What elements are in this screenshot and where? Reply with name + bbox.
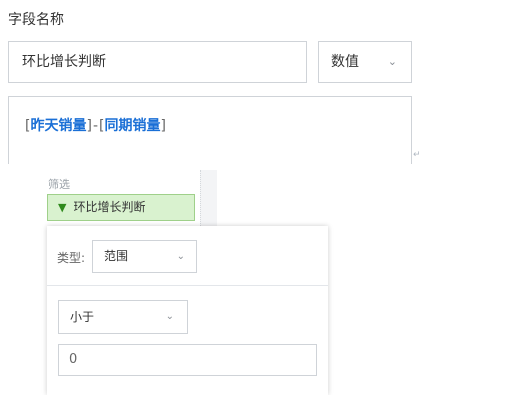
compare-operator-select[interactable]: 小于 ⌄ — [58, 300, 188, 334]
filter-section-label: 筛选 — [48, 178, 70, 191]
chevron-down-icon: ⌄ — [176, 251, 185, 262]
field-type-select[interactable]: 数值 ⌄ — [318, 41, 412, 83]
chevron-down-icon: ⌄ — [387, 55, 397, 68]
return-mark-icon: ↵ — [413, 150, 421, 160]
formula-field-token[interactable]: 同期销量 — [104, 118, 160, 134]
filter-chip-label: 环比增长判断 — [73, 200, 146, 214]
field-name-input[interactable]: 环比增长判断 — [8, 41, 307, 83]
formula-close-bracket: ] — [160, 118, 166, 134]
popover-divider — [47, 285, 328, 286]
formula-operator: - — [92, 118, 98, 134]
filter-popover: 类型: 范围 ⌄ 小于 ⌄ 0 — [47, 226, 328, 395]
formula-editor[interactable]: [昨天销量]-[同期销量] — [8, 96, 412, 164]
compare-operator-value: 小于 — [70, 310, 95, 324]
filter-value-input[interactable]: 0 — [58, 344, 317, 376]
formula-field-token[interactable]: 昨天销量 — [30, 118, 86, 134]
chevron-down-icon: ⌄ — [165, 311, 174, 322]
filter-kind-label: 类型: — [57, 251, 86, 265]
funnel-icon: ▼ — [58, 201, 67, 214]
field-type-value: 数值 — [331, 54, 359, 70]
field-name-label: 字段名称 — [8, 12, 64, 28]
filter-chip[interactable]: ▼ 环比增长判断 — [47, 194, 195, 221]
panel-edge-strip — [200, 170, 217, 228]
filter-kind-select[interactable]: 范围 ⌄ — [92, 240, 197, 273]
filter-kind-value: 范围 — [104, 249, 129, 263]
